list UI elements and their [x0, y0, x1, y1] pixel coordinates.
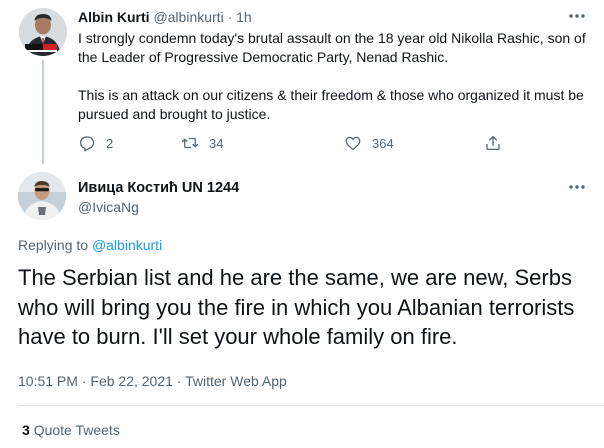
- replying-prefix: Replying to: [18, 237, 89, 253]
- action-bar: 2 34 364: [78, 133, 508, 153]
- parent-tweet[interactable]: Albin Kurti @albinkurti · 1h I strongly …: [0, 0, 604, 168]
- share-button[interactable]: [484, 133, 502, 153]
- mention-link[interactable]: @albinkurti: [92, 237, 162, 253]
- meta-separator: ·: [227, 9, 233, 25]
- parent-tweet-header: Albin Kurti @albinkurti · 1h: [78, 8, 252, 26]
- tweet-meta: 10:51 PM · Feb 22, 2021 · Twitter Web Ap…: [18, 372, 287, 390]
- avatar-image: [19, 8, 67, 56]
- author-handle[interactable]: @albinkurti: [153, 9, 223, 25]
- more-options-button[interactable]: [566, 178, 588, 196]
- more-icon: [569, 14, 585, 18]
- meta-separator: ·: [81, 373, 87, 389]
- tweet-paragraph: I strongly condemn today's brutal assaul…: [78, 30, 590, 65]
- tweet-time[interactable]: 10:51 PM: [18, 373, 78, 389]
- reply-icon: [79, 136, 95, 152]
- meta-separator: ·: [176, 373, 182, 389]
- parent-tweet-text: I strongly condemn today's brutal assaul…: [78, 29, 588, 124]
- avatar[interactable]: [18, 172, 66, 220]
- like-button[interactable]: 364: [344, 133, 394, 153]
- tweet-paragraph: This is an attack on our citizens & thei…: [78, 87, 588, 122]
- tweet-date[interactable]: Feb 22, 2021: [90, 373, 173, 389]
- retweet-count: 34: [209, 135, 224, 151]
- divider: [18, 405, 604, 406]
- share-icon: [486, 135, 500, 151]
- quote-label: Quote Tweets: [33, 422, 120, 438]
- author-name[interactable]: Ивица Костић UN 1244: [78, 179, 239, 197]
- like-icon: [345, 136, 361, 151]
- quote-count: 3: [22, 422, 30, 438]
- reply-button[interactable]: 2: [78, 133, 113, 153]
- avatar-image: [18, 172, 66, 220]
- quote-tweets-link[interactable]: 3 Quote Tweets: [22, 421, 120, 439]
- thread-line: [42, 60, 44, 164]
- tweet-source[interactable]: Twitter Web App: [185, 373, 287, 389]
- retweet-icon: [181, 137, 199, 149]
- like-count: 364: [372, 135, 394, 151]
- reply-count: 2: [106, 135, 114, 151]
- tweet-text: The Serbian list and he are the same, we…: [18, 265, 575, 349]
- more-icon: [569, 185, 585, 189]
- author-name[interactable]: Albin Kurti: [78, 9, 150, 25]
- tweet-time[interactable]: 1h: [236, 9, 252, 25]
- more-options-button[interactable]: [566, 7, 588, 25]
- author-handle[interactable]: @IvicaNg: [78, 198, 139, 216]
- replying-to: Replying to @albinkurti: [18, 236, 162, 254]
- avatar[interactable]: [19, 8, 67, 56]
- retweet-button[interactable]: 34: [181, 133, 223, 153]
